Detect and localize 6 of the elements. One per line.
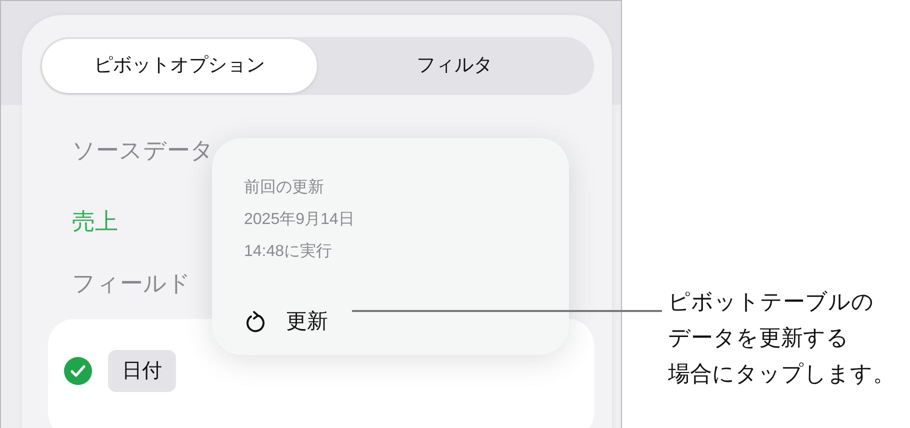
section-label: フィールド	[72, 269, 192, 298]
last-refresh-label: 前回の更新	[244, 178, 325, 198]
refresh-date: 2025年9月14日	[244, 210, 356, 230]
callout-text: ピボットテーブルの データを更新する 場合にタップします。	[668, 288, 895, 388]
refresh-time: 14:48に実行	[244, 242, 334, 262]
section-label: ソースデータ	[72, 136, 215, 165]
